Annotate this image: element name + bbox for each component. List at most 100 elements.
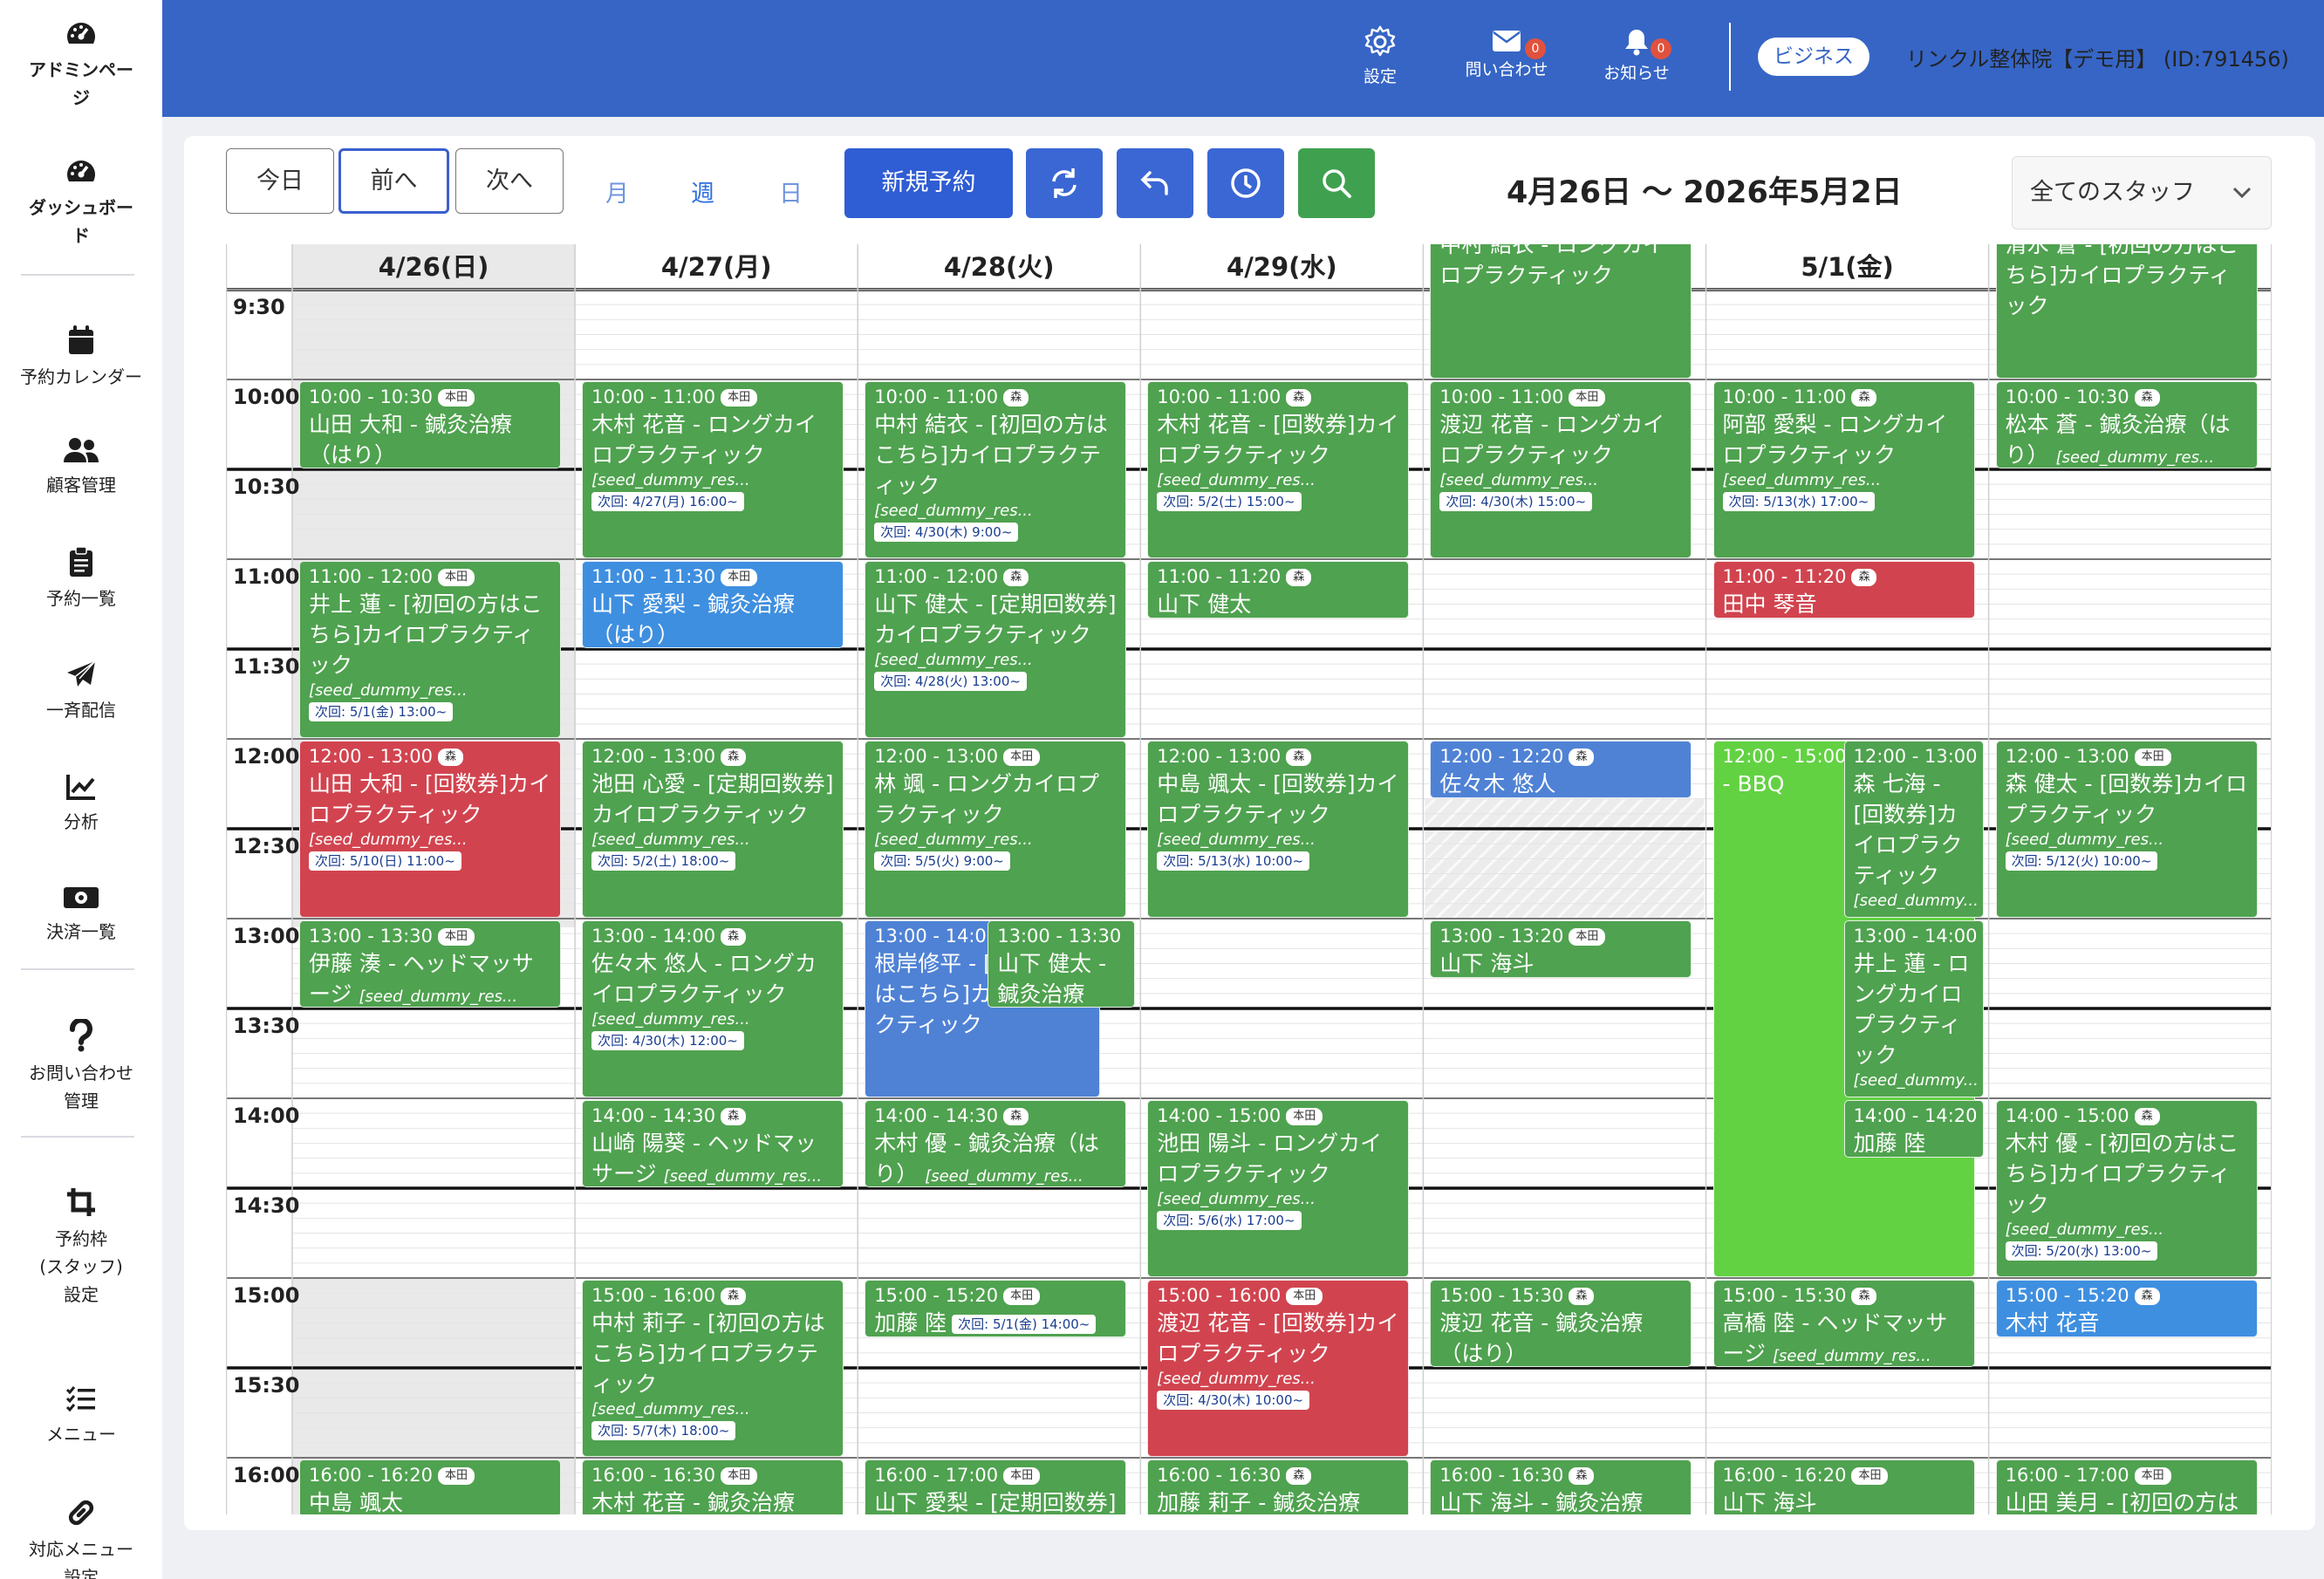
- next-visit-badge: 次回: 5/7(木) 18:00~: [591, 1421, 736, 1440]
- sidebar-item-dashboard[interactable]: ダッシュボー ド: [0, 157, 162, 249]
- event-time-range: 14:00 - 15:00: [1157, 1105, 1282, 1126]
- next-visit-badge: 次回: 5/2(土) 18:00~: [591, 851, 736, 871]
- reservation-event[interactable]: 16:00 - 16:20本田山下 海斗次回: 5/5(火) 12:00~: [1712, 1459, 1975, 1514]
- sidebar-item-staff-slots[interactable]: 予約枠 (スタッフ) 設定: [0, 1186, 162, 1309]
- event-title-text: 佐々木 悠人 - ロングカイロプラクティック: [591, 951, 817, 1007]
- reservation-event[interactable]: 15:00 - 15:30 森渡辺 花音 - 鍼灸治療（はり）[seed_dumm…: [1430, 1280, 1692, 1367]
- sidebar-item-reservation-list[interactable]: 予約一覧: [0, 546, 162, 612]
- search-button[interactable]: [1298, 148, 1375, 218]
- undo-button[interactable]: [1117, 148, 1193, 218]
- reservation-event[interactable]: 15:00 - 15:20 本田 加藤 陸次回: 5/1(金) 14:00~: [865, 1280, 1127, 1337]
- reservation-event[interactable]: 13:00 - 13:20 本田山下 海斗次回: 4/30(木) 16:00~: [1430, 920, 1692, 978]
- sidebar-item-label: 予約枠 (スタッフ) 設定: [39, 1228, 123, 1305]
- staff-badge: 森: [1569, 1467, 1595, 1485]
- reservation-event[interactable]: 14:00 - 14:20 加藤 陸: [1843, 1100, 1984, 1158]
- prev-button[interactable]: 前へ: [338, 148, 449, 214]
- reservation-event[interactable]: 16:00 - 16:30 森山下 海斗 - 鍼灸治療（は: [1430, 1459, 1692, 1514]
- history-button[interactable]: [1207, 148, 1284, 218]
- event-title: 木村 花音 - [回数券]カイロプラクティック: [1157, 409, 1399, 470]
- reservation-event[interactable]: 10:00 - 10:30 森松本 蒼 - 鍼灸治療（はり） [seed_dummy…: [1995, 381, 2258, 468]
- day-header[interactable]: 4/29(水): [1140, 244, 1423, 290]
- reservation-event[interactable]: 10:00 - 11:00 森阿部 愛梨 - ロングカイロプラクティック [seed…: [1712, 381, 1975, 558]
- settings-button[interactable]: 設定: [1354, 24, 1406, 87]
- reservation-event[interactable]: 11:00 - 12:00 森山下 健太 - [定期回数券]カイロプラクティック […: [865, 561, 1127, 738]
- event-title: 木村 花音 - ロングカイロプラクティック: [591, 409, 834, 470]
- day-header[interactable]: 4/26(日): [292, 244, 575, 290]
- inquiry-button[interactable]: 問い合わせ 0: [1459, 30, 1555, 80]
- day-header[interactable]: 4/28(火): [858, 244, 1140, 290]
- reservation-event[interactable]: 16:00 - 16:30 本田木村 花音 - 鍼灸治療（は: [582, 1459, 844, 1514]
- reservation-event[interactable]: 12:00 - 13:00 本田林 颯 - ロングカイロプラクティック [seed_…: [865, 741, 1127, 918]
- event-time-range: 11:00 - 11:20: [1157, 566, 1282, 587]
- staff-badge: 森: [1003, 389, 1029, 407]
- reservation-event[interactable]: 13:00 - 13:30 山下 健太 - 鍼灸治療: [988, 920, 1136, 1008]
- reservation-event[interactable]: 10:00 - 11:00 本田 木村 花音 - ロングカイロプラクティック [see…: [582, 381, 844, 558]
- refresh-button[interactable]: [1026, 148, 1103, 218]
- reservation-event[interactable]: 10:00 - 10:30本田山田 大和 - 鍼灸治療（はり）[seed_dum…: [299, 381, 562, 468]
- staff-badge: 本田: [2134, 1467, 2171, 1485]
- sidebar-item-label: 分析: [64, 811, 99, 832]
- view-week-tab[interactable]: 週: [691, 174, 714, 208]
- reservation-event[interactable]: 16:00 - 17:00 本田山田 美月 - [初回の方はこ: [1995, 1459, 2258, 1514]
- sidebar-item-customers[interactable]: 顧客管理: [0, 436, 162, 499]
- clinic-name[interactable]: リンクル整体院【デモ用】 (ID:791456): [1906, 42, 2289, 72]
- event-time: 13:00 - 13:30 本田: [309, 925, 551, 948]
- sidebar-item-menu-assignment[interactable]: 対応メニュー 設定: [0, 1497, 162, 1579]
- reservation-event[interactable]: 9:00 - 10:00本田清水 蒼 - [初回の方はこちら]カイロプラクティッ…: [1995, 244, 2258, 379]
- reservation-event[interactable]: 11:00 - 11:20森田中 琴音次回: 5/7(木) 11:00~: [1712, 561, 1975, 619]
- reservation-event[interactable]: 11:00 - 11:30 本田山下 愛梨 - 鍼灸治療（はり）[seed_dum…: [582, 561, 844, 648]
- reservation-event[interactable]: 13:00 - 14:00森井上 蓮 - ロングカイロプラクティック [seed_…: [1843, 920, 1984, 1097]
- reservation-event[interactable]: 12:00 - 12:20 森佐々木 悠人: [1430, 741, 1692, 798]
- event-title-text: 井上 蓮 - [初回の方はこちら]カイロプラクティック: [309, 591, 543, 678]
- view-day-tab[interactable]: 日: [779, 174, 803, 208]
- reservation-event[interactable]: 9:00 - 10:00本田中村 結衣 - ロングカイロプラクティック: [1430, 244, 1692, 379]
- event-time-range: 10:00 - 11:00: [1439, 386, 1564, 407]
- reservation-event[interactable]: 11:00 - 12:00 本田 井上 蓮 - [初回の方はこちら]カイロプラクティ…: [299, 561, 562, 738]
- reservation-event[interactable]: 14:00 - 15:00 本田 池田 陽斗 - ロングカイロプラクティック [see…: [1147, 1100, 1410, 1277]
- event-time: 13:00 - 13:20 本田: [1439, 925, 1682, 948]
- reservation-event[interactable]: 15:00 - 15:30 森高橋 陸 - ヘッドマッサージ [seed_dummy…: [1712, 1280, 1975, 1367]
- day-header[interactable]: 4/27(月): [575, 244, 858, 290]
- reservation-event[interactable]: 15:00 - 15:20 森木村 花音次回: 5/12(火) 17:00~: [1995, 1280, 2258, 1337]
- reservation-event[interactable]: 12:00 - 13:00森森 七海 - [回数券]カイロプラクティック [see…: [1843, 741, 1984, 918]
- reservation-event[interactable]: 14:00 - 14:30 森木村 優 - 鍼灸治療（はり） [seed_dummy…: [865, 1100, 1127, 1187]
- reservation-event[interactable]: 15:00 - 16:00 本田 渡辺 花音 - [回数券]カイロプラクティック [s…: [1147, 1280, 1410, 1457]
- new-reservation-button[interactable]: 新規予約: [844, 148, 1013, 218]
- reservation-event[interactable]: 12:00 - 13:00 森池田 心愛 - [定期回数券]カイロプラクティック […: [582, 741, 844, 918]
- reservation-event[interactable]: 16:00 - 16:30森加藤 莉子 - 鍼灸治療（は: [1147, 1459, 1410, 1514]
- reservation-event[interactable]: 12:00 - 13:00 森山田 大和 - [回数券]カイロプラクティック [se…: [299, 741, 562, 918]
- view-month-tab[interactable]: 月: [605, 174, 629, 208]
- sidebar-item-label: 予約カレンダー: [20, 366, 142, 387]
- staff-badge: 本田: [721, 1467, 758, 1485]
- sidebar-item-reservation-calendar[interactable]: 予約カレンダー: [0, 325, 162, 391]
- sidebar-item-payments[interactable]: 決済一覧: [0, 885, 162, 946]
- reservation-event[interactable]: 10:00 - 11:00 森木村 花音 - [回数券]カイロプラクティック [se…: [1147, 381, 1410, 558]
- event-title-text: 山下 健太 - 鍼灸治療: [997, 951, 1107, 1007]
- notification-button[interactable]: お知らせ 0: [1602, 28, 1671, 84]
- sidebar-item-label: アドミンペー ジ: [29, 59, 133, 108]
- reservation-event[interactable]: 16:00 - 16:20本田中島 颯太次回: 4/29(水) 12:00~: [299, 1459, 562, 1514]
- next-button[interactable]: 次へ: [455, 148, 564, 214]
- reservation-event[interactable]: 15:00 - 16:00 森中村 莉子 - [初回の方はこちら]カイロプラクティ…: [582, 1280, 844, 1457]
- reservation-event[interactable]: 12:00 - 13:00 本田森 健太 - [回数券]カイロプラクティック [se…: [1995, 741, 2258, 918]
- sidebar-item-admin-page[interactable]: アドミンペー ジ: [0, 19, 162, 112]
- reservation-event[interactable]: 14:00 - 15:00 森木村 優 - [初回の方はこちら]カイロプラクティッ…: [1995, 1100, 2258, 1277]
- reservation-event[interactable]: 13:00 - 14:00 森佐々木 悠人 - ロングカイロプラクティック [see…: [582, 920, 844, 1097]
- reservation-event[interactable]: 10:00 - 11:00 森中村 結衣 - [初回の方はこちら]カイロプラクティ…: [865, 381, 1127, 558]
- reservation-event[interactable]: 12:00 - 13:00 森中島 颯太 - [回数券]カイロプラクティック [se…: [1147, 741, 1410, 918]
- reservation-event[interactable]: 10:00 - 11:00 本田 渡辺 花音 - ロングカイロプラクティック [see…: [1430, 381, 1692, 558]
- day-header[interactable]: 5/1(金): [1706, 244, 1989, 290]
- sidebar-item-menu[interactable]: メニュー: [0, 1385, 162, 1448]
- reservation-event[interactable]: 11:00 - 11:20森山下 健太次回: 5/18(月) 16:00~: [1147, 561, 1410, 619]
- staff-select[interactable]: 全てのスタッフ: [2012, 156, 2272, 229]
- event-title: 木村 花音 - 鍼灸治療（は: [591, 1487, 834, 1514]
- today-button[interactable]: 今日: [226, 148, 334, 214]
- staff-badge: 本田: [721, 569, 758, 586]
- reservation-event[interactable]: 13:00 - 13:30 本田 伊藤 湊 - ヘッドマッサージ [seed_dumm…: [299, 920, 562, 1008]
- reservation-event[interactable]: 16:00 - 17:00本田山下 愛梨 - [定期回数券]カ: [865, 1459, 1127, 1514]
- sidebar-item-broadcast[interactable]: 一斉配信: [0, 660, 162, 724]
- sidebar-item-analytics[interactable]: 分析: [0, 773, 162, 836]
- event-time-range: 15:00 - 16:00: [1157, 1285, 1282, 1306]
- sidebar-item-inquiries[interactable]: お問い合わせ 管理: [0, 1019, 162, 1115]
- reservation-event[interactable]: 14:00 - 14:30 森山崎 陽葵 - ヘッドマッサージ [seed_dumm…: [582, 1100, 844, 1187]
